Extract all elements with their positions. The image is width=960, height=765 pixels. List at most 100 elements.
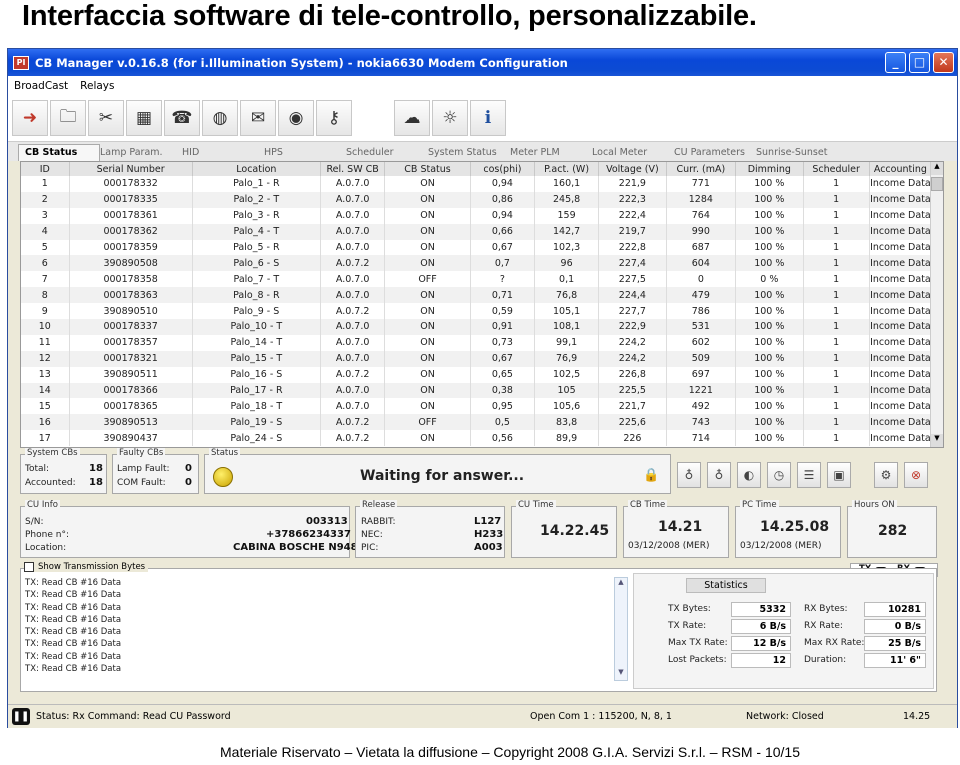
pause-icon[interactable]: ❚❚: [12, 708, 30, 725]
table-cell: Income Data: [869, 271, 933, 288]
webcam-icon[interactable]: ◉: [278, 100, 314, 136]
column-header[interactable]: Scheduler: [803, 162, 870, 176]
table-cell: 221,9: [598, 176, 667, 192]
table-cell: 0,91: [470, 319, 536, 335]
bulb-icon[interactable]: ☼: [432, 100, 468, 136]
column-header[interactable]: cos(phi): [470, 162, 536, 176]
scroll-up-icon[interactable]: ▲: [615, 578, 627, 590]
info-icon[interactable]: ℹ: [470, 100, 506, 136]
table-row[interactable]: 7 000178358 Palo_7 - T A.0.7.0 OFF? 0,1 227,5 0…: [21, 271, 933, 288]
key-icon[interactable]: ⚷: [316, 100, 352, 136]
keypad-icon[interactable]: ▦: [126, 100, 162, 136]
column-header[interactable]: ID: [21, 162, 70, 176]
column-header[interactable]: P.act. (W): [534, 162, 600, 176]
group-title: CU Time: [516, 500, 556, 510]
table-cell: 1: [803, 414, 870, 431]
lamp-off-icon[interactable]: ♁: [707, 462, 731, 488]
column-header[interactable]: Curr. (mA): [666, 162, 737, 176]
tab-hps[interactable]: HPS: [264, 147, 346, 161]
tx-rate-label: TX Rate:: [668, 621, 707, 631]
column-header[interactable]: Location: [192, 162, 322, 176]
table-cell: 219,7: [598, 223, 667, 240]
lamp-icon[interactable]: ☁: [394, 100, 430, 136]
tab-system-status[interactable]: System Status: [428, 147, 510, 161]
tab-scheduler[interactable]: Scheduler: [346, 147, 428, 161]
table-cell: Income Data: [869, 223, 933, 240]
close-button[interactable]: ✕: [933, 52, 954, 73]
scroll-down-icon[interactable]: ▼: [931, 434, 943, 447]
globe-icon[interactable]: ◐: [737, 462, 761, 488]
table-row[interactable]: 5 000178359 Palo_5 - R A.0.7.0 ON 0,67 102,3 22…: [21, 239, 933, 256]
table-cell: Palo_15 - T: [192, 350, 322, 367]
table-cell: Income Data: [869, 334, 933, 351]
rx-bytes-value: 10281: [864, 602, 926, 617]
list-icon[interactable]: ☰: [797, 462, 821, 488]
column-header[interactable]: CB Status: [384, 162, 471, 176]
rx-rate-value: 0 B/s: [864, 619, 926, 634]
settings-icon[interactable]: ⚙: [874, 462, 898, 488]
network-icon[interactable]: ◍: [202, 100, 238, 136]
table-cell: 0,56: [470, 430, 536, 447]
table-cell: 226,8: [598, 366, 667, 383]
tab-lamp-param[interactable]: Lamp Param.: [100, 147, 182, 161]
lamp-on-icon[interactable]: ♁: [677, 462, 701, 488]
table-row[interactable]: 12 000178321 Palo_15 - T A.0.7.0 ON 0,67 76,9 2…: [21, 350, 933, 367]
column-header[interactable]: Dimming: [735, 162, 804, 176]
save-icon[interactable]: ▣: [827, 462, 851, 488]
table-cell: Income Data: [869, 350, 933, 367]
maximize-button[interactable]: □: [909, 52, 930, 73]
table-row[interactable]: 6 390890508 Palo_6 - S A.0.7.2 ON 0,7 96 227,4 6…: [21, 255, 933, 272]
exit-icon[interactable]: ➜: [12, 100, 48, 136]
tab-meter-plm[interactable]: Meter PLM: [510, 147, 592, 161]
scroll-thumb[interactable]: [931, 177, 943, 191]
log-scrollbar[interactable]: ▲ ▼: [614, 577, 628, 681]
lock-icon: 🔒: [643, 468, 660, 483]
open-file-icon[interactable]: 🗀: [50, 100, 86, 136]
table-cell: 000178359: [69, 239, 193, 256]
system-cbs-group: System CBs Total: 18 Accounted: 18: [20, 448, 107, 494]
tab-sunrise-sunset[interactable]: Sunrise-Sunset: [756, 147, 838, 161]
table-row[interactable]: 15 000178365 Palo_18 - T A.0.7.0 ON 0,95 105,6…: [21, 398, 933, 415]
table-row[interactable]: 4 000178362 Palo_4 - T A.0.7.0 ON 0,66 142,7 21…: [21, 223, 933, 240]
phone-icon[interactable]: ☎: [164, 100, 200, 136]
table-row[interactable]: 10 000178337 Palo_10 - T A.0.7.0 ON 0,91 108,1…: [21, 319, 933, 335]
clock-icon[interactable]: ◷: [767, 462, 791, 488]
cb-status-table: ID Serial Number Location Rel. SW CB CB Stat…: [20, 161, 944, 448]
table-cell: Income Data: [869, 176, 933, 192]
table-row[interactable]: 14 000178366 Palo_17 - R A.0.7.0 ON 0,38 105 22…: [21, 382, 933, 399]
minimize-button[interactable]: _: [885, 52, 906, 73]
map-icon[interactable]: ✉: [240, 100, 276, 136]
table-row[interactable]: 1 000178332 Palo_1 - R A.0.7.0 ON 0,94 160,1 22…: [21, 176, 933, 192]
tab-cu-parameters[interactable]: CU Parameters: [674, 147, 756, 161]
table-row[interactable]: 13 390890511 Palo_16 - S A.0.7.2 ON 0,65 102,5…: [21, 366, 933, 383]
menu-broadcast[interactable]: BroadCast: [8, 80, 74, 92]
tools-icon[interactable]: ✂: [88, 100, 124, 136]
table-row[interactable]: 2 000178335 Palo_2 - T A.0.7.0 ON 0,86 245,8 22…: [21, 191, 933, 208]
menu-relays[interactable]: Relays: [74, 80, 120, 92]
column-header[interactable]: Voltage (V): [598, 162, 667, 176]
scroll-down-icon[interactable]: ▼: [615, 668, 627, 680]
table-row[interactable]: 8 000178363 Palo_8 - R A.0.7.0 ON 0,71 76,8 224…: [21, 287, 933, 304]
tab-cb-status[interactable]: CB Status: [18, 144, 100, 161]
stop-icon[interactable]: ⊗: [904, 462, 928, 488]
table-scrollbar[interactable]: ▲ ▼: [930, 162, 943, 447]
tab-hid[interactable]: HID: [182, 147, 264, 161]
scroll-up-icon[interactable]: ▲: [931, 162, 943, 175]
table-row[interactable]: 3 000178361 Palo_3 - R A.0.7.0 ON 0,94 159 222,…: [21, 207, 933, 224]
table-cell: Palo_24 - S: [192, 430, 322, 447]
statistics-tab[interactable]: Statistics: [686, 578, 766, 593]
table-row[interactable]: 11 000178357 Palo_14 - T A.0.7.0 ON 0,73 99,1 2…: [21, 334, 933, 351]
table-row[interactable]: 16 390890513 Palo_19 - S A.0.7.2 OFF 0,5 83,8 2…: [21, 414, 933, 431]
table-cell: Palo_19 - S: [192, 414, 322, 431]
table-row[interactable]: 9 390890510 Palo_9 - S A.0.7.2 ON 0,59 105,1 22…: [21, 303, 933, 320]
column-header[interactable]: Accounting: [869, 162, 933, 176]
table-row[interactable]: 17 390890437 Palo_24 - S A.0.7.2 ON 0,56 89,9 2…: [21, 430, 933, 447]
column-header[interactable]: Serial Number: [69, 162, 193, 176]
table-cell: 160,1: [534, 176, 600, 192]
release-group: Release RABBIT: L127 NEC: H233 PIC: A003: [355, 500, 505, 558]
tab-local-meter[interactable]: Local Meter: [592, 147, 674, 161]
table-cell: Palo_8 - R: [192, 287, 322, 304]
column-header[interactable]: Rel. SW CB: [320, 162, 386, 176]
table-cell: 1284: [666, 191, 737, 208]
show-bytes-checkbox[interactable]: [24, 562, 34, 572]
